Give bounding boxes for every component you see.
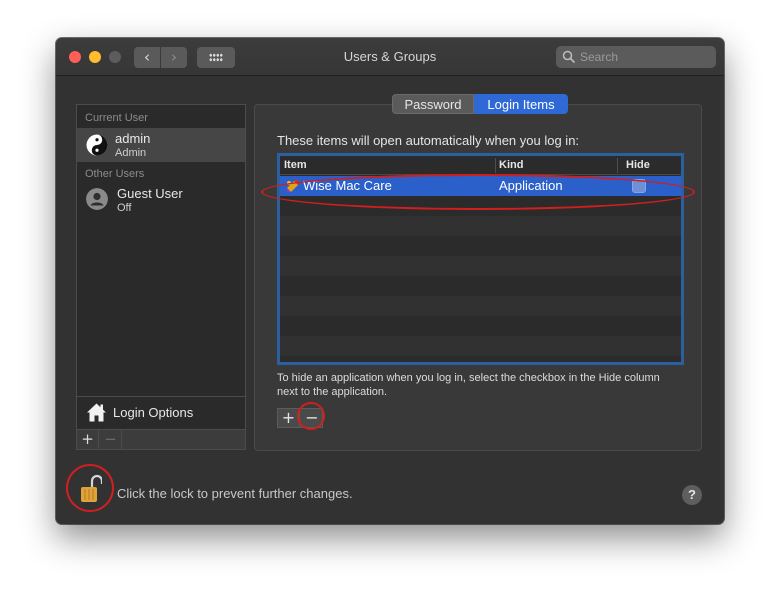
wise-mac-care-app-icon (287, 179, 300, 192)
user-row-admin[interactable]: admin Admin (77, 128, 245, 162)
remove-login-item-button[interactable]: − (301, 409, 323, 427)
login-items-description: These items will open automatically when… (277, 133, 580, 148)
house-icon (87, 403, 106, 422)
table-row-empty (280, 256, 681, 276)
user-role: Admin (115, 147, 147, 159)
table-row-empty (280, 296, 681, 316)
column-divider (495, 158, 496, 173)
item-kind: Application (499, 178, 563, 193)
search-icon (562, 50, 576, 64)
user-name: Guest User (117, 186, 183, 201)
user-name: admin (115, 131, 151, 146)
title-bar: ‹ › Users & Groups (56, 38, 724, 76)
table-row-empty (280, 336, 681, 356)
lock-status-text: Click the lock to prevent further change… (117, 486, 353, 501)
hide-hint-text: To hide an application when you log in, … (277, 372, 660, 398)
tab-login-items[interactable]: Login Items (474, 94, 568, 114)
yin-yang-icon (86, 134, 108, 156)
add-user-button[interactable]: + (77, 430, 99, 449)
other-users-header: Other Users (85, 168, 145, 180)
login-options-button[interactable]: Login Options (76, 396, 246, 430)
column-header-item[interactable]: Item (284, 159, 307, 171)
login-items-table[interactable]: Item Kind Hide Wise Mac Care Application (277, 153, 684, 365)
tab-bar: Password Login Items (392, 94, 568, 114)
login-options-label: Login Options (113, 405, 194, 420)
column-divider (617, 158, 618, 173)
add-login-item-button[interactable]: + (278, 409, 300, 427)
tab-password[interactable]: Password (392, 94, 474, 114)
column-header-kind[interactable]: Kind (499, 159, 523, 171)
column-header-hide[interactable]: Hide (626, 159, 650, 171)
user-row-guest[interactable]: Guest User Off (77, 183, 245, 217)
item-name: Wise Mac Care (303, 178, 392, 193)
table-row-empty (280, 216, 681, 236)
users-list: Current User admin Admin Other Users Gue… (76, 104, 246, 397)
search-field[interactable] (556, 46, 716, 68)
login-items-add-remove: + − (277, 408, 323, 428)
user-status: Off (117, 202, 132, 214)
help-button[interactable]: ? (682, 485, 702, 505)
unlocked-padlock-icon[interactable] (80, 472, 102, 504)
table-row[interactable]: Wise Mac Care Application (280, 176, 681, 196)
current-user-header: Current User (85, 112, 148, 124)
person-icon (86, 188, 108, 210)
hide-checkbox[interactable] (632, 179, 646, 193)
users-groups-window: ‹ › Users & Groups Current User admin Ad… (56, 38, 724, 524)
table-header: Item Kind Hide (280, 156, 681, 175)
search-input[interactable] (578, 48, 708, 66)
users-list-footer: + − (76, 430, 246, 450)
remove-user-button[interactable]: − (100, 430, 122, 449)
